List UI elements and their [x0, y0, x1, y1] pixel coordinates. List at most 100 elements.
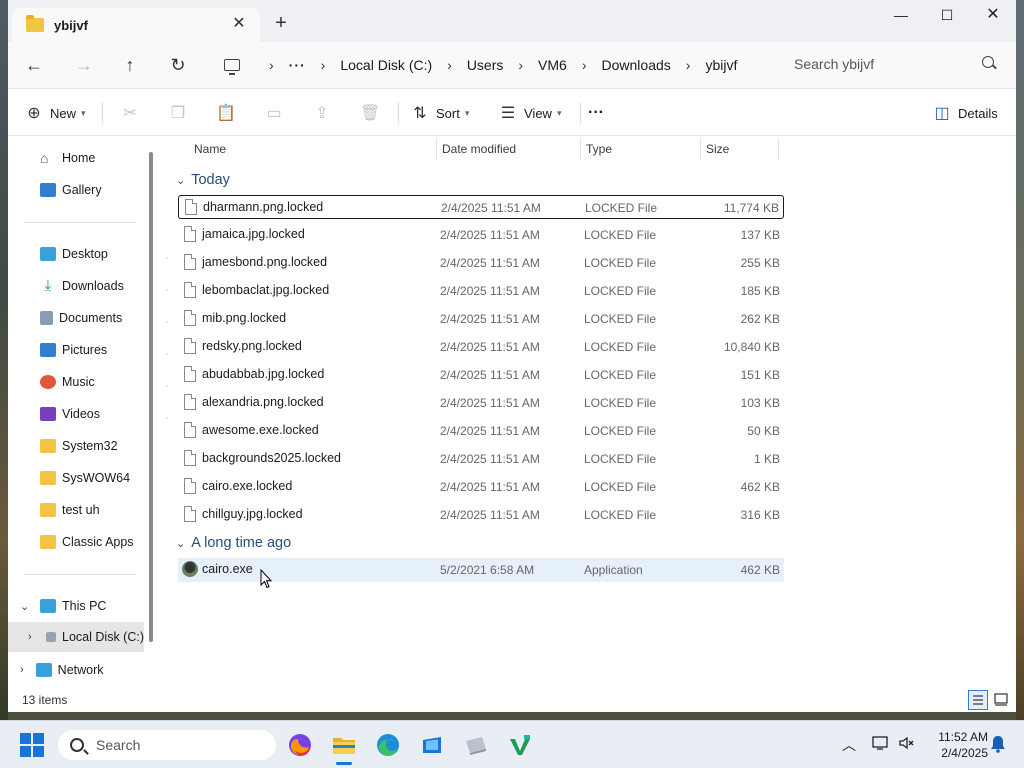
- table-row[interactable]: mib.png.locked 2/4/2025 11:51 AM LOCKED …: [178, 307, 784, 331]
- table-row[interactable]: chillguy.jpg.locked 2/4/2025 11:51 AM LO…: [178, 503, 784, 527]
- table-row[interactable]: abudabbab.jpg.locked 2/4/2025 11:51 AM L…: [178, 363, 784, 387]
- file-name: backgrounds2025.locked: [202, 451, 341, 465]
- rename-button[interactable]: ▭: [264, 101, 290, 125]
- group-header-long-ago[interactable]: ⌄ A long time ago: [176, 532, 291, 554]
- column-divider[interactable]: [778, 138, 779, 160]
- sidebar-item-downloads[interactable]: ⤓ Downloads 📌: [40, 271, 180, 301]
- sidebar-item-music[interactable]: Music 📌: [40, 367, 180, 397]
- maximize-button[interactable]: ☐: [924, 4, 970, 26]
- column-divider[interactable]: [580, 138, 581, 160]
- table-row[interactable]: jamaica.jpg.locked 2/4/2025 11:51 AM LOC…: [178, 223, 784, 247]
- new-button[interactable]: ⊕ New ▾: [24, 101, 85, 125]
- column-divider[interactable]: [436, 138, 437, 160]
- group-header-today[interactable]: ⌄ Today: [176, 169, 230, 191]
- sidebar-item-classic-apps[interactable]: Classic Apps: [40, 527, 180, 557]
- computer-icon[interactable]: [224, 59, 240, 75]
- chevron-down-icon[interactable]: ⌄: [20, 600, 29, 613]
- table-row[interactable]: backgrounds2025.locked 2/4/2025 11:51 AM…: [178, 447, 784, 471]
- breadcrumb-downloads[interactable]: Downloads: [602, 57, 671, 73]
- breadcrumb-ybijvf[interactable]: ybijvf: [705, 57, 737, 73]
- search-icon[interactable]: [982, 56, 994, 68]
- delete-button[interactable]: 🗑: [360, 101, 386, 125]
- firefox-taskbar-button[interactable]: [286, 731, 314, 759]
- breadcrumb-vm6[interactable]: VM6: [538, 57, 567, 73]
- app-taskbar-button[interactable]: [462, 731, 490, 759]
- breadcrumb-users[interactable]: Users: [467, 57, 504, 73]
- table-row[interactable]: cairo.exe.locked 2/4/2025 11:51 AM LOCKE…: [178, 475, 784, 499]
- sort-button[interactable]: ⇅ Sort ▾: [410, 101, 469, 125]
- refresh-button[interactable]: ↻: [164, 52, 192, 78]
- table-row[interactable]: dharmann.png.locked 2/4/2025 11:51 AM LO…: [178, 195, 784, 219]
- address-bar: ← → ↑ ↻ › ··· › Local Disk (C:) › Users …: [8, 42, 1016, 88]
- new-tab-button[interactable]: +: [270, 12, 292, 34]
- table-row[interactable]: redsky.png.locked 2/4/2025 11:51 AM LOCK…: [178, 335, 784, 359]
- column-divider[interactable]: [700, 138, 701, 160]
- windows-logo-icon: [20, 733, 31, 744]
- sidebar-item-gallery[interactable]: Gallery: [40, 175, 180, 205]
- breadcrumb-separator[interactable]: ›: [582, 57, 587, 73]
- breadcrumb-separator[interactable]: ›: [518, 57, 523, 73]
- up-button[interactable]: ↑: [116, 52, 144, 78]
- column-header-name[interactable]: Name: [194, 136, 226, 162]
- table-row[interactable]: jamesbond.png.locked 2/4/2025 11:51 AM L…: [178, 251, 784, 275]
- table-row[interactable]: lebombaclat.jpg.locked 2/4/2025 11:51 AM…: [178, 279, 784, 303]
- breadcrumb-local-disk[interactable]: Local Disk (C:): [340, 57, 432, 73]
- breadcrumb-separator[interactable]: ›: [269, 57, 274, 73]
- forward-button[interactable]: →: [70, 52, 98, 78]
- volume-tray-icon[interactable]: [898, 735, 916, 754]
- cut-button[interactable]: ✂: [120, 101, 146, 125]
- paste-button[interactable]: 📋: [216, 101, 242, 125]
- sidebar-item-pictures[interactable]: Pictures 📌: [40, 335, 180, 365]
- sidebar-item-videos[interactable]: Videos 📌: [40, 399, 180, 429]
- tab-ybijvf[interactable]: ybijvf ✕: [12, 8, 260, 42]
- sidebar-item-documents[interactable]: Documents 📌: [40, 303, 180, 333]
- table-row[interactable]: awesome.exe.locked 2/4/2025 11:51 AM LOC…: [178, 419, 784, 443]
- clock[interactable]: 11:52 AM 2/4/2025: [924, 729, 988, 761]
- back-button[interactable]: ←: [20, 52, 48, 78]
- breadcrumb-separator[interactable]: ›: [447, 57, 452, 73]
- chevron-right-icon[interactable]: ›: [28, 631, 32, 643]
- search-input[interactable]: [794, 56, 974, 72]
- search-icon: [70, 738, 84, 752]
- sidebar-item-home[interactable]: ⌂ Home: [40, 143, 180, 173]
- sidebar-item-local-disk[interactable]: › Local Disk (C:): [8, 622, 144, 652]
- breadcrumb-overflow[interactable]: ···: [289, 57, 306, 73]
- start-button[interactable]: [20, 733, 44, 757]
- search-box[interactable]: [780, 48, 1006, 80]
- file-name: dharmann.png.locked: [203, 200, 324, 214]
- windows-logo-pane: [33, 746, 44, 757]
- column-header-type[interactable]: Type: [586, 136, 612, 162]
- column-header-size[interactable]: Size: [706, 136, 729, 162]
- sidebar-item-desktop[interactable]: Desktop 📌: [40, 239, 180, 269]
- breadcrumb-separator[interactable]: ›: [321, 57, 326, 73]
- sidebar-item-syswow64[interactable]: SysWOW64: [40, 463, 180, 493]
- sidebar-item-system32[interactable]: System32: [40, 431, 180, 461]
- sidebar-item-test-uh[interactable]: test uh: [40, 495, 180, 525]
- sidebar-item-network[interactable]: › Network: [20, 655, 148, 685]
- view-button[interactable]: ☰ View ▾: [498, 101, 562, 125]
- close-window-button[interactable]: ✕: [970, 4, 1016, 26]
- file-name: chillguy.jpg.locked: [202, 507, 303, 521]
- sidebar-item-this-pc[interactable]: ⌄ This PC: [20, 591, 148, 621]
- notifications-button[interactable]: [990, 735, 1006, 756]
- share-button[interactable]: ⇪: [312, 101, 338, 125]
- more-options-button[interactable]: ···: [588, 101, 604, 125]
- show-hidden-icons-button[interactable]: ︿: [842, 735, 856, 755]
- details-pane-button[interactable]: ◫ Details: [932, 101, 997, 125]
- sidebar-scrollbar[interactable]: [149, 152, 153, 642]
- column-header-date[interactable]: Date modified: [442, 136, 516, 162]
- file-explorer-taskbar-button[interactable]: [330, 731, 358, 765]
- breadcrumb-separator[interactable]: ›: [686, 57, 691, 73]
- microsoft-store-taskbar-button[interactable]: [418, 731, 446, 759]
- taskbar-search[interactable]: Search: [58, 730, 276, 760]
- tiles-view-button[interactable]: [992, 690, 1012, 710]
- copy-button[interactable]: ❐: [168, 101, 194, 125]
- minimize-button[interactable]: —: [878, 4, 924, 26]
- edge-taskbar-button[interactable]: [374, 731, 402, 759]
- network-tray-icon[interactable]: [872, 735, 890, 754]
- visual-studio-taskbar-button[interactable]: [506, 731, 534, 759]
- chevron-right-icon[interactable]: ›: [20, 664, 24, 676]
- close-tab-icon[interactable]: ✕: [230, 15, 248, 33]
- table-row[interactable]: alexandria.png.locked 2/4/2025 11:51 AM …: [178, 391, 784, 415]
- details-view-button[interactable]: [968, 690, 988, 710]
